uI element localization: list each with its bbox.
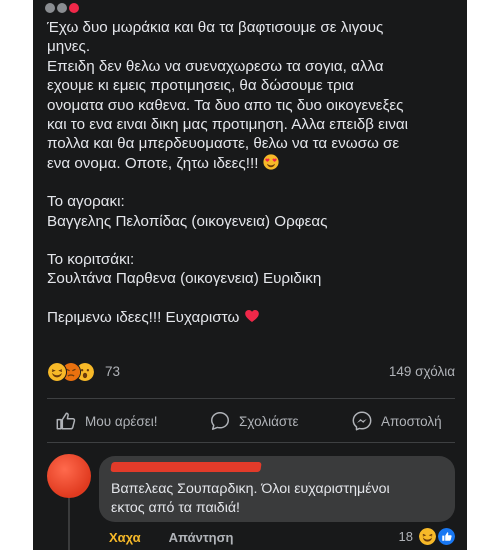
post-line: Το κοριτσάκι: xyxy=(47,251,135,269)
post-line: Περιμενω ιδεες!!! Ευχαριστω xyxy=(47,308,455,327)
comment: Βαπελεας Σουπαρδικη. Όλοι ευχαριστημένοι… xyxy=(33,448,467,550)
laugh-action[interactable]: Χαχα xyxy=(109,530,141,545)
post-line: ενα ονομα. Οποτε, ζητω ιδεες!!! xyxy=(47,154,455,173)
post-actions: Μου αρέσει! Σχολιάστε Αποστολή xyxy=(33,400,467,440)
comment-reaction-count: 18 xyxy=(398,529,413,544)
comment-meta: Χαχα Απάντηση xyxy=(99,530,251,545)
post-stats: 73 149 σχόλια xyxy=(47,362,455,382)
post-panel: Έχω δυο μωράκια και θα τα βαφτισουμε σε … xyxy=(33,0,467,550)
like-button[interactable]: Μου αρέσει! xyxy=(55,410,158,432)
heart-eyes-emoji-icon xyxy=(263,154,279,170)
reaction-icon xyxy=(57,3,67,13)
laugh-reaction-icon xyxy=(47,362,67,382)
post-line: εχουμε κι εμεις προτιμησεις, θα δώσουμε … xyxy=(47,77,354,95)
post-line: και το ενα ειναι δικη μας προτιμηση. Αλλ… xyxy=(47,116,408,134)
post-line: ονοματα συο καθενα. Τα δυο απο τις δυο ο… xyxy=(47,96,404,114)
like-label: Μου αρέσει! xyxy=(85,413,158,429)
divider xyxy=(47,398,455,399)
comment-button[interactable]: Σχολιάστε xyxy=(209,410,299,432)
reaction-count: 73 xyxy=(105,364,121,379)
post-line-text: ενα ονομα. Οποτε, ζητω ιδεες!!! xyxy=(47,154,259,172)
reaction-icon xyxy=(69,3,79,13)
share-label: Αποστολή xyxy=(381,413,442,429)
share-button[interactable]: Αποστολή xyxy=(351,410,442,432)
comment-reactions[interactable]: 18 xyxy=(399,528,455,545)
red-heart-icon xyxy=(244,309,259,322)
like-reaction-icon xyxy=(438,528,455,545)
comment-bubble-icon xyxy=(211,412,229,430)
comment-line: εκτος από τα παιδιά! xyxy=(111,500,240,516)
post-line: Σουλτάνα Παρθενα (οικογενεια) Ευριδικη xyxy=(47,270,322,288)
avatar[interactable] xyxy=(47,454,91,498)
thumbs-up-icon xyxy=(56,412,76,430)
post-line: πολλα και θα μπερδευομαστε, θελω να τα ε… xyxy=(47,135,400,153)
comment-line: Βαπελεας Σουπαρδικη. Όλοι ευχαριστημένοι xyxy=(111,481,390,497)
messenger-icon xyxy=(352,411,372,431)
post-line: Το αγορακι: xyxy=(47,193,125,211)
post-line: μηνες. xyxy=(47,38,91,56)
reply-action[interactable]: Απάντηση xyxy=(169,530,234,545)
top-reaction-icons xyxy=(45,0,115,13)
post-line: Έχω δυο μωράκια και θα τα βαφτισουμε σε … xyxy=(47,19,384,36)
comment-bubble: Βαπελεας Σουπαρδικη. Όλοι ευχαριστημένοι… xyxy=(99,456,455,522)
comment-text: Βαπελεας Σουπαρδικη. Όλοι ευχαριστημένοι… xyxy=(111,480,451,518)
redacted-name xyxy=(110,462,262,472)
comment-label: Σχολιάστε xyxy=(239,413,299,429)
thread-line xyxy=(68,498,70,550)
divider xyxy=(47,442,455,443)
reaction-icon xyxy=(45,3,55,13)
post-line: Βαγγελης Πελοπίδας (οικογενεια) Ορφεας xyxy=(47,212,328,230)
post-line-text: Περιμενω ιδεες!!! Ευχαριστω xyxy=(47,308,240,326)
comments-count-link[interactable]: 149 σχόλια xyxy=(389,364,455,379)
post-body: Έχω δυο μωράκια και θα τα βαφτισουμε σε … xyxy=(47,18,455,327)
laugh-reaction-icon xyxy=(419,528,436,545)
post-line: Επειδη δεν θελω να συεναχωρεσω τα σογια,… xyxy=(47,57,384,75)
